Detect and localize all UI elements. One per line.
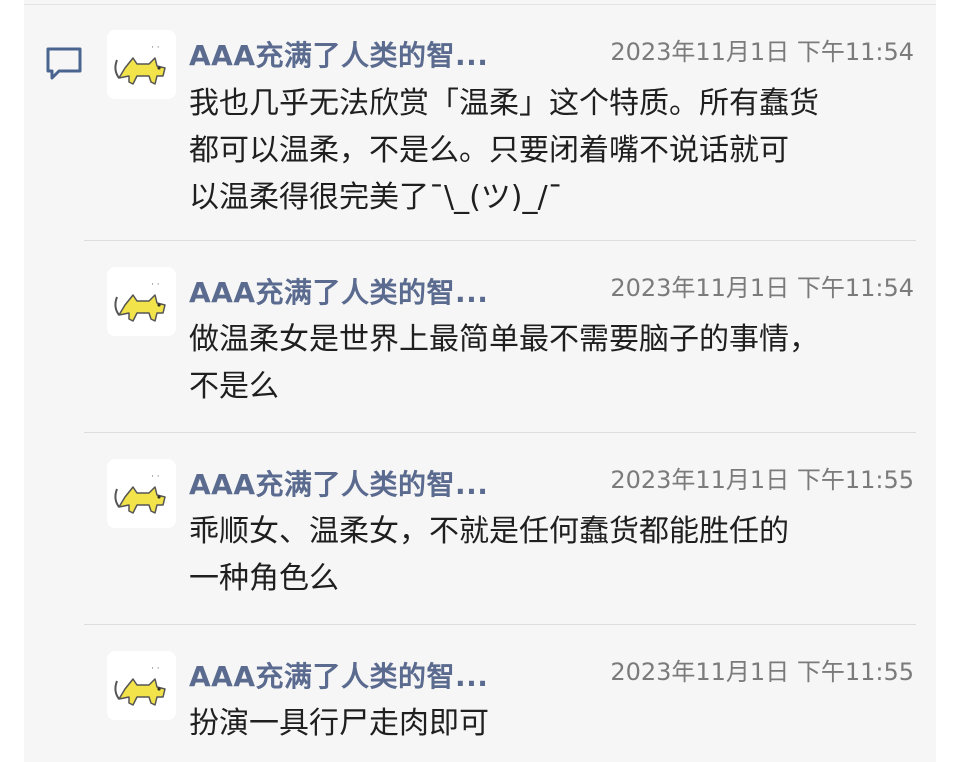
comment-line: 都可以温柔，不是么。只要闭着嘴不说话就可 bbox=[189, 133, 789, 168]
author-name[interactable]: AAA充满了人类的智... bbox=[189, 655, 488, 695]
comment-thread-panel: · · AAA充满了人类的智... 2023年11月1日 下午11:54 我也几… bbox=[24, 0, 936, 762]
comment-item[interactable]: · · AAA充满了人类的智... 2023年11月1日 下午11:54 做温柔… bbox=[24, 240, 936, 432]
comment-line: 不是么 bbox=[189, 369, 279, 404]
cat-avatar-icon[interactable]: · · bbox=[107, 267, 176, 336]
comment-text: 做温柔女是世界上最简单最不需要脑子的事情， 不是么 bbox=[189, 316, 909, 410]
comment-timestamp: 2023年11月1日 下午11:55 bbox=[610, 658, 914, 686]
comment-line: 做温柔女是世界上最简单最不需要脑子的事情， bbox=[189, 322, 819, 357]
svg-text:· ·: · · bbox=[151, 664, 160, 674]
comment-item[interactable]: · · AAA充满了人类的智... 2023年11月1日 下午11:54 我也几… bbox=[24, 0, 936, 240]
cat-avatar-icon[interactable]: · · bbox=[107, 651, 176, 720]
author-name[interactable]: AAA充满了人类的智... bbox=[189, 463, 488, 503]
svg-text:· ·: · · bbox=[151, 472, 160, 482]
screen: · · AAA充满了人类的智... 2023年11月1日 下午11:54 我也几… bbox=[0, 0, 961, 762]
cat-avatar-icon[interactable]: · · bbox=[107, 459, 176, 528]
svg-text:· ·: · · bbox=[151, 43, 160, 53]
comment-line: 以温柔得很完美了¯\_(ツ)_/¯ bbox=[189, 180, 563, 215]
comment-line: 一种角色么 bbox=[189, 561, 339, 596]
svg-text:· ·: · · bbox=[151, 280, 160, 290]
comment-item[interactable]: · · AAA充满了人类的智... 2023年11月1日 下午11:55 扮演一… bbox=[24, 624, 936, 762]
comment-line: 我也几乎无法欣赏「温柔」这个特质。所有蠢货 bbox=[189, 86, 819, 121]
comment-line: 乖顺女、温柔女，不就是任何蠢货都能胜任的 bbox=[189, 514, 789, 549]
comment-line: 扮演一具行尸走肉即可 bbox=[189, 706, 489, 741]
comment-timestamp: 2023年11月1日 下午11:54 bbox=[610, 274, 914, 302]
comment-timestamp: 2023年11月1日 下午11:54 bbox=[610, 38, 914, 66]
comment-text: 扮演一具行尸走肉即可 bbox=[189, 700, 909, 747]
cat-avatar-icon[interactable]: · · bbox=[107, 30, 176, 99]
comment-text: 乖顺女、温柔女，不就是任何蠢货都能胜任的 一种角色么 bbox=[189, 508, 909, 602]
comment-item[interactable]: · · AAA充满了人类的智... 2023年11月1日 下午11:55 乖顺女… bbox=[24, 432, 936, 624]
comment-timestamp: 2023年11月1日 下午11:55 bbox=[610, 466, 914, 494]
comment-text: 我也几乎无法欣赏「温柔」这个特质。所有蠢货 都可以温柔，不是么。只要闭着嘴不说话… bbox=[189, 80, 909, 221]
author-name[interactable]: AAA充满了人类的智... bbox=[189, 271, 488, 311]
author-name[interactable]: AAA充满了人类的智... bbox=[189, 34, 488, 74]
